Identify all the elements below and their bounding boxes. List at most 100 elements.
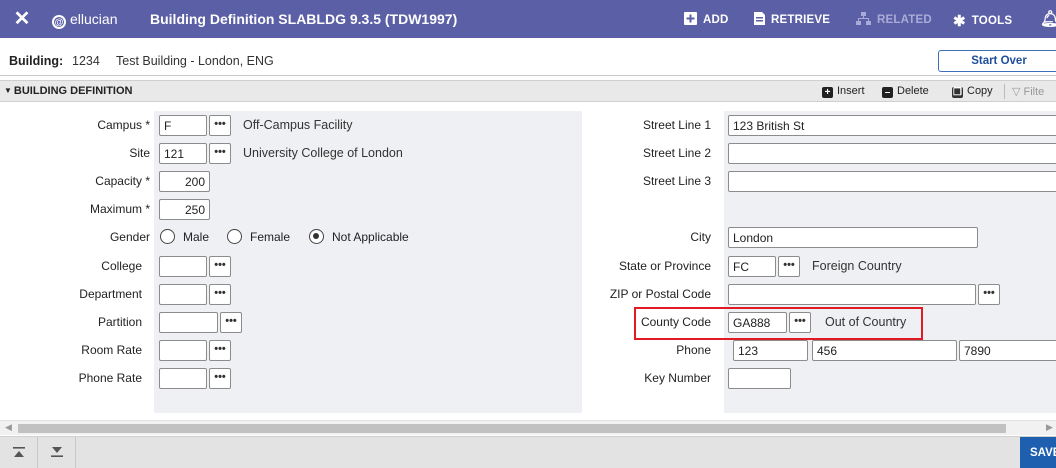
state-label: State or Province xyxy=(618,259,711,273)
phone-extension-input[interactable] xyxy=(959,340,1056,361)
building-key-code: 1234 xyxy=(72,54,100,68)
phone-rate-input[interactable] xyxy=(159,368,207,389)
room-rate-input[interactable] xyxy=(159,340,207,361)
gear-icon: ✱ xyxy=(953,13,966,30)
delete-button[interactable]: – Delete xyxy=(882,85,929,98)
site-label: Site xyxy=(129,146,150,160)
caret-down-icon: ▼ xyxy=(4,86,12,95)
department-label: Department xyxy=(79,287,142,301)
insert-button[interactable]: + Insert xyxy=(822,85,865,98)
phone-number-input[interactable] xyxy=(812,340,957,361)
partition-input[interactable] xyxy=(159,312,218,333)
campus-input[interactable] xyxy=(159,115,207,136)
gender-not-applicable-label: Not Applicable xyxy=(332,230,409,244)
add-button[interactable]: ADD xyxy=(684,12,729,28)
section-header: ▼ BUILDING DEFINITION + Insert – Delete ❐ Co… xyxy=(0,80,1056,102)
first-record-icon[interactable] xyxy=(0,437,38,468)
campus-description: Off-Campus Facility xyxy=(243,118,353,132)
last-record-icon[interactable] xyxy=(38,437,76,468)
capacity-label: Capacity * xyxy=(95,174,150,188)
partition-lookup-button[interactable]: ••• xyxy=(220,312,242,333)
gender-female-label: Female xyxy=(250,230,291,244)
phone-area-input[interactable] xyxy=(733,340,808,361)
site-input[interactable] xyxy=(159,143,207,164)
maximum-input[interactable] xyxy=(159,199,210,220)
scroll-left-icon[interactable]: ◀ xyxy=(5,422,12,433)
related-button[interactable]: RELATED xyxy=(856,12,932,28)
footer-bar: SAVE xyxy=(0,436,1056,468)
key-number-label: Key Number xyxy=(644,371,711,385)
section-title-label: BUILDING DEFINITION xyxy=(13,85,133,97)
brand-name: ellucian xyxy=(70,11,118,27)
add-icon xyxy=(684,12,697,28)
retrieve-icon xyxy=(754,12,765,28)
scrollbar-thumb[interactable] xyxy=(18,424,1006,433)
gender-male-radio[interactable] xyxy=(160,229,175,244)
tools-button[interactable]: ✱ TOOLS xyxy=(953,12,1012,30)
key-block: Building: 1234 Test Building - London, E… xyxy=(0,46,1056,76)
tools-label: TOOLS xyxy=(971,15,1013,27)
close-icon[interactable]: ✕ xyxy=(11,8,33,30)
add-label: ADD xyxy=(703,14,729,26)
campus-label: Campus * xyxy=(97,118,150,132)
zip-input[interactable] xyxy=(728,284,976,305)
building-key-name: Test Building - London, ENG xyxy=(116,54,274,68)
copy-label: Copy xyxy=(967,85,993,97)
gender-not-applicable-radio[interactable] xyxy=(309,229,324,244)
state-description: Foreign Country xyxy=(812,259,902,273)
state-lookup-button[interactable]: ••• xyxy=(778,256,800,277)
gender-female-radio[interactable] xyxy=(227,229,242,244)
phone-label: Phone xyxy=(676,343,711,357)
minus-icon: – xyxy=(882,87,893,98)
college-label: College xyxy=(101,259,142,273)
city-input[interactable] xyxy=(728,227,978,248)
college-input[interactable] xyxy=(159,256,207,277)
copy-icon: ❐ xyxy=(952,87,963,98)
scroll-right-icon[interactable]: ▶ xyxy=(1046,422,1053,433)
capacity-input[interactable] xyxy=(159,171,210,192)
retrieve-label: RETRIEVE xyxy=(771,14,831,26)
room-rate-lookup-button[interactable]: ••• xyxy=(209,340,231,361)
county-code-highlight xyxy=(634,307,923,340)
page-title: Building Definition SLABLDG 9.3.5 (TDW19… xyxy=(150,11,458,27)
gender-label: Gender xyxy=(109,230,150,244)
insert-label: Insert xyxy=(837,85,865,97)
street-line-1-input[interactable] xyxy=(728,115,1056,136)
department-input[interactable] xyxy=(159,284,207,305)
horizontal-scrollbar[interactable]: ◀ ▶ xyxy=(0,420,1056,435)
street-line-3-input[interactable] xyxy=(728,171,1056,192)
zip-lookup-button[interactable]: ••• xyxy=(978,284,1000,305)
notification-bell-icon[interactable]: 🔔︎ xyxy=(1040,9,1056,29)
phone-rate-label: Phone Rate xyxy=(78,371,142,385)
site-lookup-button[interactable]: ••• xyxy=(209,143,231,164)
department-lookup-button[interactable]: ••• xyxy=(209,284,231,305)
copy-button[interactable]: ❐ Copy xyxy=(952,85,993,98)
filter-label: Filte xyxy=(1023,86,1045,98)
city-label: City xyxy=(690,230,711,244)
filter-button[interactable]: ▽ Filte xyxy=(1012,85,1044,98)
filter-icon: ▽ xyxy=(1012,86,1021,98)
maximum-label: Maximum * xyxy=(89,202,150,216)
section-title[interactable]: ▼ BUILDING DEFINITION xyxy=(4,85,132,97)
state-input[interactable] xyxy=(728,256,776,277)
partition-label: Partition xyxy=(97,315,142,329)
college-lookup-button[interactable]: ••• xyxy=(209,256,231,277)
street-line-2-input[interactable] xyxy=(728,143,1056,164)
key-number-input[interactable] xyxy=(728,368,791,389)
related-label: RELATED xyxy=(877,14,932,26)
delete-label: Delete xyxy=(897,85,929,97)
campus-lookup-button[interactable]: ••• xyxy=(209,115,231,136)
brand-logo: @ ellucian xyxy=(52,11,117,29)
divider xyxy=(1004,84,1005,99)
phone-rate-lookup-button[interactable]: ••• xyxy=(209,368,231,389)
zip-label: ZIP or Postal Code xyxy=(609,287,711,301)
building-key-label: Building: xyxy=(9,54,64,68)
room-rate-label: Room Rate xyxy=(81,343,142,357)
ellucian-logo-icon: @ xyxy=(52,15,66,29)
retrieve-button[interactable]: RETRIEVE xyxy=(754,12,830,28)
building-form: Campus * ••• Off-Campus Facility Site ••… xyxy=(0,103,1056,420)
site-description: University College of London xyxy=(243,146,403,160)
start-over-button[interactable]: Start Over xyxy=(938,50,1056,72)
related-icon xyxy=(856,12,871,28)
save-button[interactable]: SAVE xyxy=(1020,437,1056,468)
